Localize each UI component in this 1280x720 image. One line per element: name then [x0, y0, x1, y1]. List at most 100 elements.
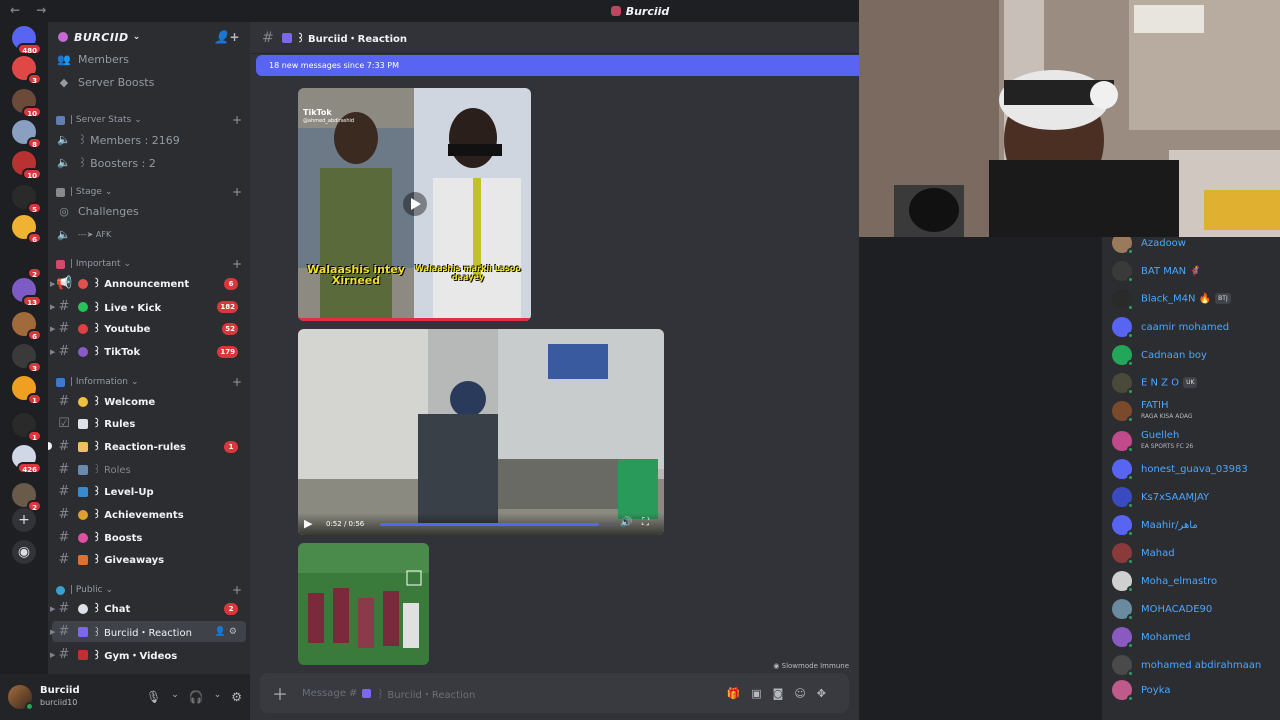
member-item[interactable]: Poyka — [1112, 678, 1277, 702]
channel-announcement[interactable]: ▶ 📢 ꒱ Announcement 6 — [50, 273, 246, 294]
microphone-icon[interactable]: 🎙 — [146, 690, 161, 704]
member-item[interactable]: E N Z O UK — [1112, 371, 1277, 395]
member-item[interactable]: honest_guava_03983 — [1112, 457, 1277, 481]
server-icon[interactable]: 1 — [12, 413, 42, 442]
attach-plus-icon[interactable]: ＋ — [272, 681, 288, 705]
server-icon[interactable]: 1 — [12, 376, 42, 405]
category-information[interactable]: | Information ⌄ + — [56, 374, 242, 390]
member-item[interactable]: FATIH RAGA KISA ADAG — [1112, 399, 1277, 423]
emoji-icon[interactable]: ☺ — [794, 687, 816, 700]
channel-burciid-reaction[interactable]: ▶ # ꒱ Burciid・Reaction 👤⚙ — [50, 621, 246, 642]
hash-icon: # — [58, 299, 70, 314]
channel-welcome[interactable]: # ꒱ Welcome — [52, 391, 246, 412]
member-item[interactable]: Mahad — [1112, 541, 1277, 565]
channel-title: ꒱ Burciid・Reaction — [296, 34, 407, 45]
add-channel-icon[interactable]: + — [232, 375, 242, 389]
voice-members-count[interactable]: 🔈 ꒱ Members : 2169 — [56, 129, 246, 149]
member-item[interactable]: Cadnaan boy — [1112, 343, 1277, 367]
category-server-stats[interactable]: | Server Stats ⌄ + — [56, 112, 242, 128]
new-messages-banner[interactable]: 18 new messages since 7:33 PM — [256, 55, 859, 76]
channel-achievements[interactable]: # ꒱ Achievements — [52, 504, 246, 525]
history-nav[interactable]: ← → — [10, 3, 52, 17]
tiktok-image[interactable]: TikTok @ahmed_abdirashid Walaashis intey… — [298, 88, 531, 321]
nav-members[interactable]: 👥 Members — [56, 49, 246, 69]
server-icon[interactable]: 426 — [12, 445, 42, 474]
member-item[interactable]: Maahir/ماهر — [1112, 513, 1277, 537]
add-channel-icon[interactable]: + — [232, 185, 242, 199]
member-item[interactable]: MOHACADE90 — [1112, 597, 1277, 621]
guild-header[interactable]: BURCIID ⌄ 👤+ — [48, 22, 250, 52]
server-icon[interactable]: 3 — [12, 344, 42, 373]
add-user-icon[interactable]: 👤+ — [214, 30, 240, 44]
channel-live-kick[interactable]: ▶ # ꒱ Live・Kick 182 — [50, 296, 246, 317]
channel-tiktok[interactable]: ▶ # ꒱ TikTok 179 — [50, 341, 246, 362]
server-icon[interactable]: 5 — [12, 185, 42, 214]
server-icon[interactable]: 6 — [12, 312, 42, 341]
category-public[interactable]: | Public ⌄ + — [56, 582, 242, 598]
server-icon[interactable]: 480 — [12, 26, 42, 55]
server-icon[interactable]: 3 — [12, 56, 42, 85]
server-icon[interactable]: 2 — [12, 483, 42, 512]
server-badge: 10 — [22, 106, 42, 118]
football-thumbnail[interactable] — [298, 543, 429, 665]
member-item[interactable]: caamir mohamed — [1112, 315, 1277, 339]
stage-challenges[interactable]: ◎ Challenges — [56, 201, 246, 221]
server-icon[interactable]: 10 — [12, 151, 42, 180]
nav-server-boosts[interactable]: ◆ Server Boosts — [56, 72, 246, 92]
gif-icon[interactable]: ▣ — [751, 687, 772, 700]
message-composer[interactable]: ＋ Message # ꒱ Burciid・Reaction 🎁▣◙☺✥ — [260, 673, 849, 713]
category-important[interactable]: | Important ⌄ + — [56, 256, 242, 272]
server-badge: 6 — [27, 232, 42, 244]
channel-reaction-rules[interactable]: # ꒱ Reaction-rules 1 — [48, 436, 246, 457]
chevron-down-icon[interactable]: ⌄ — [214, 690, 222, 704]
channel-chat[interactable]: ▶ # ꒱ Chat 2 — [50, 598, 246, 619]
channel-youtube[interactable]: ▶ # ꒱ Youtube 52 — [50, 318, 246, 339]
gift-icon[interactable]: 🎁 — [727, 687, 752, 700]
composer-tools[interactable]: 🎁▣◙☺✥ — [727, 687, 837, 700]
apps-icon[interactable]: ✥ — [817, 687, 837, 700]
server-icon[interactable]: 10 — [12, 89, 42, 118]
user-info[interactable]: Burciid burciid10 — [40, 685, 80, 709]
add-channel-icon[interactable]: + — [232, 113, 242, 127]
member-name-text: Mahad — [1141, 547, 1175, 559]
member-item[interactable]: Ks7xSAAMJAY — [1112, 485, 1277, 509]
channel-boosts[interactable]: # ꒱ Boosts — [52, 527, 246, 548]
add-channel-icon[interactable]: + — [232, 583, 242, 597]
add-channel-icon[interactable]: + — [232, 257, 242, 271]
volume-icon[interactable]: 🔊 — [620, 517, 632, 528]
online-status-icon — [1127, 586, 1134, 593]
channel-settings-icon[interactable]: 👤⚙ — [215, 627, 240, 637]
avatar[interactable] — [8, 685, 34, 711]
headphones-icon[interactable]: 🎧 — [189, 690, 204, 704]
server-icon[interactable]: 8 — [12, 120, 42, 149]
play-icon[interactable]: ▶ — [304, 517, 312, 530]
sticker-icon[interactable]: ◙ — [773, 687, 795, 700]
member-item[interactable]: Moha_elmastro — [1112, 569, 1277, 593]
server-icon[interactable]: 2 — [12, 250, 42, 279]
member-item[interactable]: BAT MAN 🦸 — [1112, 259, 1277, 283]
voice-afk[interactable]: 🔈 ---➤ AFK — [56, 224, 246, 244]
member-item[interactable]: Guelleh EA SPORTS FC 26 — [1112, 429, 1277, 453]
chevron-down-icon[interactable]: ⌄ — [171, 690, 179, 704]
channel-label: ꒱ Burciid・Reaction — [93, 628, 192, 639]
fullscreen-icon[interactable]: ⛶ — [642, 517, 649, 528]
member-item[interactable]: Mohamed — [1112, 625, 1277, 649]
server-icon[interactable]: 13 — [12, 278, 42, 307]
add-server-icon[interactable]: + — [12, 508, 36, 532]
online-status-icon — [1127, 614, 1134, 621]
category-stage[interactable]: | Stage ⌄ + — [56, 184, 242, 200]
member-item[interactable]: Black_M4N 🔥 BTJ — [1112, 287, 1277, 311]
server-icon[interactable]: 6 — [12, 215, 42, 244]
member-item[interactable]: mohamed abdirahmaan — [1112, 653, 1277, 677]
channel-rules[interactable]: ☑ ꒱ Rules — [52, 413, 246, 434]
gear-icon[interactable]: ⚙ — [231, 690, 242, 704]
discover-icon[interactable]: ◉ — [12, 540, 36, 564]
channel-gym-videos[interactable]: ▶ # ꒱ Gym・Videos — [50, 644, 246, 665]
video-seek-track[interactable] — [380, 523, 616, 526]
voice-boosters-count[interactable]: 🔈 ꒱ Boosters : 2 — [56, 152, 246, 172]
channel-level-up[interactable]: # ꒱ Level-Up — [52, 481, 246, 502]
channel-roles[interactable]: # ꒱ Roles — [52, 459, 246, 480]
channel-giveaways[interactable]: # ꒱ Giveaways — [52, 549, 246, 570]
video-player[interactable]: ▶ 0:52 / 0:56 🔊 ⛶ — [298, 329, 664, 535]
online-status-icon — [1127, 276, 1134, 283]
